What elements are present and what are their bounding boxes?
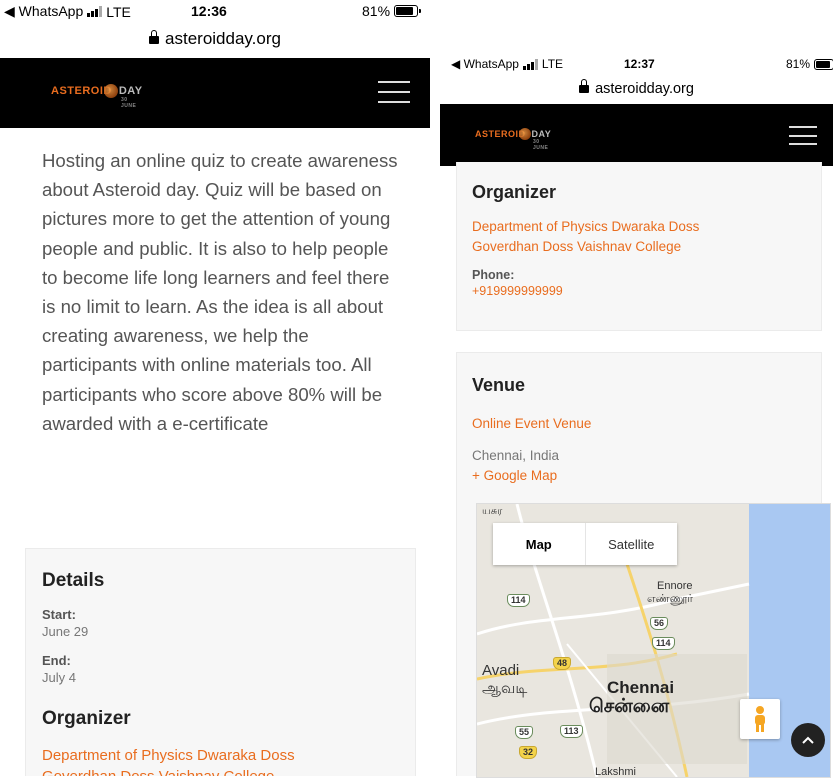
highway-shield: 114: [507, 594, 530, 607]
organizer-link-line2[interactable]: Goverdhan Doss Vaishnav College: [472, 239, 681, 254]
street-view-pegman-icon[interactable]: [740, 699, 780, 739]
status-bar: ◀ WhatsApp LTE 12:37 81%: [440, 57, 833, 77]
map-label: சென்னை: [589, 696, 670, 717]
back-to-app-link[interactable]: ◀ WhatsApp: [451, 57, 519, 71]
highway-shield: 55: [515, 726, 534, 739]
clock: 12:36: [191, 3, 227, 19]
google-map-link[interactable]: + Google Map: [472, 468, 557, 483]
map-type-control: Map Satellite: [493, 523, 677, 565]
network-label: LTE: [106, 3, 131, 20]
venue-name-link[interactable]: Online Event Venue: [472, 416, 591, 431]
map-tab[interactable]: Map: [493, 523, 586, 565]
start-value: June 29: [42, 624, 89, 639]
url-text: asteroidday.org: [595, 81, 694, 97]
map-label: Lakshmi: [595, 766, 636, 778]
venue-heading: Venue: [472, 375, 526, 395]
scroll-to-top-button[interactable]: [791, 723, 825, 757]
asteroid-day-logo[interactable]: ASTEROID DAY 30 JUNE: [51, 84, 143, 109]
organizer-link[interactable]: Department of Physics Dwaraka Doss: [42, 747, 295, 764]
signal-icon: [522, 58, 538, 70]
lock-icon: [149, 29, 160, 44]
organizer-link[interactable]: Department of Physics Dwaraka Doss: [472, 219, 699, 234]
url-bar[interactable]: asteroidday.org: [0, 24, 430, 54]
left-phone-screenshot: ◀ WhatsApp LTE 12:36 81% asteroidday.org…: [0, 0, 430, 776]
url-bar[interactable]: asteroidday.org: [440, 78, 833, 100]
site-header: ASTEROID DAY 30 JUNE: [0, 58, 430, 128]
battery-percent: 81%: [786, 57, 811, 71]
map-label: யசுர: [482, 506, 503, 517]
signal-icon: [87, 6, 103, 17]
end-value: July 4: [42, 670, 76, 685]
battery-icon: [394, 5, 422, 17]
asteroid-day-logo[interactable]: ASTEROID DAY 30 JUNE: [475, 128, 551, 151]
event-description: Hosting an online quiz to create awarene…: [42, 150, 398, 434]
status-bar: ◀ WhatsApp LTE 12:36 81%: [0, 0, 430, 22]
venue-location: Chennai, India: [472, 448, 560, 463]
google-map[interactable]: Map Satellite யசுர Ennore எண்ணூர் Avadi …: [476, 503, 831, 778]
map-label: ஆவடி: [482, 680, 528, 697]
map-label: Chennai: [607, 678, 675, 697]
start-label: Start:: [42, 607, 76, 622]
organizer-link-line2[interactable]: Goverdhan Doss Vaishnav College: [42, 768, 274, 776]
organizer-heading: Organizer: [42, 708, 131, 729]
organizer-heading: Organizer: [472, 182, 557, 202]
battery-icon: [814, 58, 833, 70]
url-text: asteroidday.org: [165, 29, 281, 48]
hamburger-menu-icon[interactable]: [789, 126, 817, 145]
battery-percent: 81%: [362, 3, 391, 19]
highway-shield: 48: [553, 657, 572, 670]
details-card: Details Start: June 29 End: July 4 Organ…: [25, 548, 416, 776]
globe-icon: [518, 128, 531, 140]
chevron-up-icon: [802, 736, 814, 744]
highway-shield: 114: [652, 637, 675, 650]
map-label: எண்ணூர்: [647, 593, 694, 605]
network-label: LTE: [541, 57, 564, 71]
satellite-tab[interactable]: Satellite: [586, 523, 678, 565]
hamburger-menu-icon[interactable]: [378, 81, 410, 103]
highway-shield: 32: [519, 746, 538, 759]
end-label: End:: [42, 653, 71, 668]
globe-icon: [103, 84, 118, 98]
lock-icon: [579, 79, 590, 94]
map-label: Avadi: [482, 662, 520, 679]
back-to-app-link[interactable]: ◀ WhatsApp: [4, 3, 83, 20]
map-label: Ennore: [657, 580, 693, 592]
highway-shield: 56: [650, 617, 669, 630]
site-header: ASTEROID DAY 30 JUNE: [440, 104, 833, 166]
highway-shield: 113: [560, 725, 583, 738]
clock: 12:37: [624, 57, 655, 71]
phone-label: Phone:: [472, 268, 515, 282]
organizer-card: Organizer Department of Physics Dwaraka …: [456, 162, 822, 331]
phone-link[interactable]: +919999999999: [472, 284, 563, 298]
details-heading: Details: [42, 570, 105, 591]
